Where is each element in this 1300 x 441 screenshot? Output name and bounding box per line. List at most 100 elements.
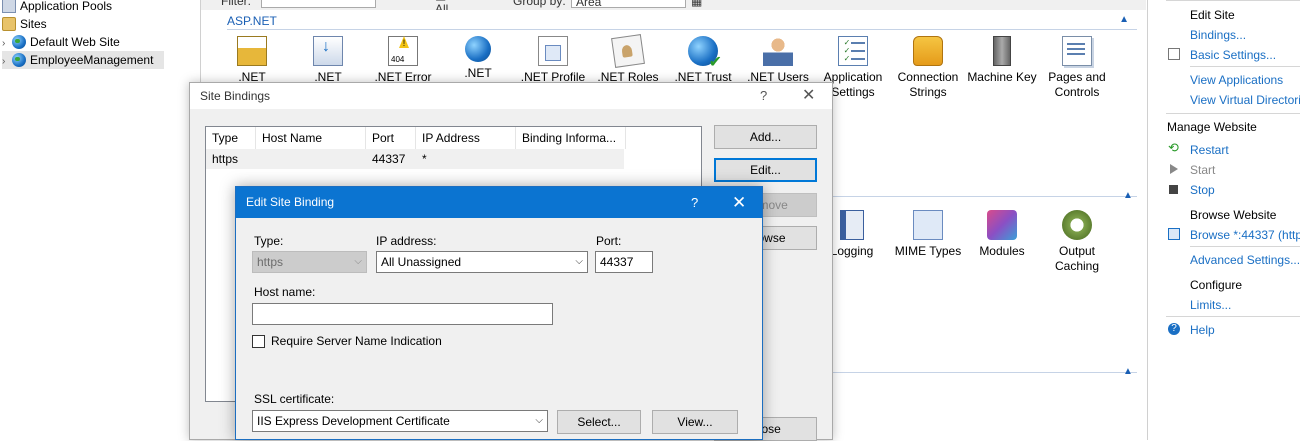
- table-cell-ip[interactable]: *: [416, 149, 516, 169]
- feature-net-globalization[interactable]: .NET: [441, 36, 515, 81]
- type-label: Type:: [254, 234, 284, 248]
- group-by-label: Group by:: [513, 0, 566, 8]
- ssl-certificate-select[interactable]: IIS Express Development Certificate ⌵: [252, 410, 548, 432]
- globe-icon: [12, 53, 26, 67]
- restart-link[interactable]: Restart: [1190, 142, 1229, 158]
- feature-net-users[interactable]: .NET Users: [741, 36, 815, 85]
- download-stack-icon: [313, 36, 343, 66]
- tree-item-sites[interactable]: Sites: [2, 15, 47, 33]
- restart-icon: ⟲: [1168, 140, 1179, 155]
- feature-net-profile[interactable]: .NET Profile: [516, 36, 590, 85]
- column-header-ip-address[interactable]: IP Address: [416, 127, 516, 149]
- actions-panel: Edit Site Bindings... Basic Settings... …: [1147, 0, 1300, 440]
- type-select: https ⌵: [252, 251, 367, 273]
- actions-divider: [1166, 113, 1300, 114]
- tree-item-label: EmployeeManagement: [30, 53, 154, 67]
- column-header-type[interactable]: Type: [206, 127, 256, 149]
- require-sni-checkbox[interactable]: [252, 335, 265, 348]
- feature-net-authorization[interactable]: .NET: [215, 36, 289, 85]
- help-button[interactable]: ?: [760, 83, 767, 109]
- start-icon: [1170, 164, 1178, 174]
- collapse-chevron-icon[interactable]: ▲: [1123, 190, 1133, 201]
- collapse-chevron-icon[interactable]: ▲: [1123, 366, 1133, 377]
- table-cell-info[interactable]: [516, 149, 624, 169]
- feature-pages-and-controls[interactable]: Pages and Controls: [1040, 36, 1114, 100]
- checklist-icon: [838, 36, 868, 66]
- error-404-icon: [388, 36, 418, 67]
- dialog-title: Site Bindings: [200, 89, 271, 103]
- tree-item-label: Sites: [20, 17, 47, 31]
- globe-icon: [12, 35, 26, 49]
- actions-divider: [1166, 0, 1300, 1]
- port-label: Port:: [596, 234, 622, 248]
- view-toggle-icon[interactable]: ▦: [691, 0, 702, 8]
- close-icon[interactable]: ✕: [732, 187, 746, 218]
- view-certificate-button[interactable]: View...: [652, 410, 738, 434]
- feature-mime-types[interactable]: MIME Types: [891, 210, 965, 259]
- feature-machine-key[interactable]: Machine Key: [965, 36, 1039, 85]
- table-cell-host[interactable]: [256, 149, 366, 169]
- ip-address-select[interactable]: All Unassigned ⌵: [376, 251, 588, 273]
- column-header-port[interactable]: Port: [366, 127, 416, 149]
- require-sni-label[interactable]: Require Server Name Indication: [271, 334, 442, 348]
- filter-label: Filter:: [221, 0, 251, 8]
- column-header-binding-information[interactable]: Binding Informa...: [516, 127, 626, 149]
- filter-toolbar: Filter: ▸ Go ▤ Show All Group by: Area ▦: [201, 0, 1146, 10]
- trust-check-icon: [688, 36, 722, 70]
- host-name-input[interactable]: [252, 303, 553, 325]
- actions-divider: [1166, 316, 1300, 317]
- stop-link[interactable]: Stop: [1190, 182, 1215, 198]
- feature-output-caching[interactable]: Output Caching: [1040, 210, 1114, 274]
- add-binding-button[interactable]: Add...: [714, 125, 817, 149]
- tree-item-application-pools[interactable]: Application Pools: [2, 0, 112, 15]
- close-icon[interactable]: ✕: [802, 83, 815, 109]
- select-certificate-button[interactable]: Select...: [557, 410, 641, 434]
- help-button[interactable]: ?: [691, 187, 698, 218]
- tree-item-label: Application Pools: [20, 0, 113, 13]
- browse-https-link[interactable]: Browse *:44337 (https): [1190, 227, 1300, 243]
- collapse-chevron-icon[interactable]: ▲: [1119, 14, 1129, 25]
- feature-net-roles[interactable]: .NET Roles: [591, 34, 665, 85]
- chevron-down-icon[interactable]: ⌵: [535, 411, 543, 431]
- table-cell-type[interactable]: https: [206, 149, 256, 169]
- page-controls-icon: [1062, 36, 1092, 66]
- chevron-down-icon[interactable]: ⌵: [575, 252, 583, 272]
- basic-settings-link[interactable]: Basic Settings...: [1190, 47, 1276, 63]
- view-virtual-directories-link[interactable]: View Virtual Directories: [1190, 92, 1300, 108]
- feature-net-compilation[interactable]: .NET: [291, 36, 365, 85]
- start-link: Start: [1190, 163, 1216, 177]
- column-header-host-name[interactable]: Host Name: [256, 127, 366, 149]
- table-cell-port[interactable]: 44337: [366, 149, 416, 169]
- dialog-titlebar: Edit Site Binding: [236, 187, 762, 218]
- filter-input[interactable]: [261, 0, 376, 8]
- database-icon: [913, 36, 943, 66]
- chevron-down-icon: ⌵: [354, 256, 362, 267]
- help-icon: ?: [1168, 323, 1180, 335]
- edit-binding-button[interactable]: Edit...: [714, 158, 817, 182]
- tree-item-employeemanagement[interactable]: › EmployeeManagement: [2, 51, 164, 69]
- app-pool-icon: [2, 0, 16, 13]
- roles-card-icon: [611, 34, 645, 68]
- actions-header-browse-website: Browse Website: [1190, 208, 1277, 222]
- feature-net-trust-levels[interactable]: .NET Trust: [666, 36, 740, 85]
- connections-tree: Application Pools Sites › Default Web Sit…: [0, 0, 200, 440]
- advanced-settings-link[interactable]: Advanced Settings...: [1190, 252, 1300, 268]
- feature-modules[interactable]: Modules: [965, 210, 1039, 259]
- browse-icon: [1168, 228, 1180, 240]
- feature-net-error-pages[interactable]: .NET Error: [366, 36, 440, 85]
- feature-connection-strings[interactable]: Connection Strings: [891, 36, 965, 100]
- help-link[interactable]: Help: [1190, 322, 1215, 338]
- settings-doc-icon: [1168, 48, 1180, 60]
- ssl-certificate-label: SSL certificate:: [254, 392, 335, 406]
- expand-chevron-icon[interactable]: ›: [2, 53, 12, 71]
- limits-link[interactable]: Limits...: [1190, 297, 1231, 313]
- section-header-aspnet[interactable]: ASP.NET ▲: [227, 14, 1137, 30]
- mime-media-icon: [913, 210, 943, 240]
- port-input[interactable]: 44337: [595, 251, 653, 273]
- view-applications-link[interactable]: View Applications: [1190, 72, 1283, 88]
- bindings-link[interactable]: Bindings...: [1190, 27, 1246, 43]
- group-by-select[interactable]: Area: [571, 0, 686, 9]
- output-caching-icon: [1062, 210, 1092, 240]
- actions-divider: [1190, 66, 1300, 67]
- tree-item-default-web-site[interactable]: › Default Web Site: [2, 33, 120, 51]
